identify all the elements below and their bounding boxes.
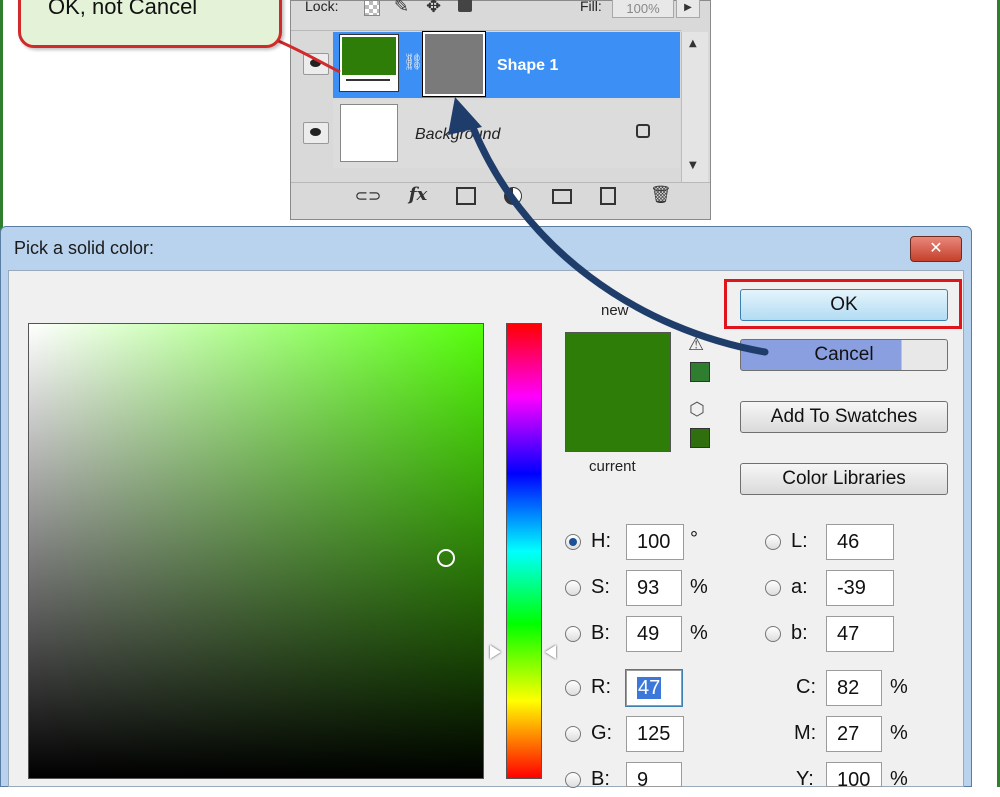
new-layer-icon[interactable] xyxy=(600,187,616,205)
layer-name[interactable]: Shape 1 xyxy=(497,57,558,75)
red-radio[interactable] xyxy=(565,680,581,696)
visibility-eye-icon[interactable] xyxy=(303,53,329,75)
web-safe-cube-icon[interactable]: ⬡ xyxy=(689,399,705,420)
layer-thumbnail xyxy=(340,104,398,162)
gamut-warning-icon[interactable]: ⚠ xyxy=(688,334,704,355)
color-field-cursor[interactable] xyxy=(437,549,455,567)
lock-all-icon[interactable] xyxy=(458,0,472,12)
saturation-field[interactable]: 93 xyxy=(626,570,682,606)
lab-a-field[interactable]: -39 xyxy=(826,570,894,606)
lock-brush-icon[interactable]: ✎ xyxy=(394,0,409,17)
layers-divider xyxy=(291,30,681,31)
lock-label: Lock: xyxy=(305,0,339,14)
cyan-unit: % xyxy=(890,676,908,698)
gamut-swatch[interactable] xyxy=(690,362,710,382)
hue-field[interactable]: 100 xyxy=(626,524,684,560)
cyan-label: C: xyxy=(796,676,816,698)
add-to-swatches-button[interactable]: Add To Swatches xyxy=(740,401,948,433)
folder-icon[interactable] xyxy=(552,189,572,204)
red-label: R: xyxy=(591,676,611,698)
saturation-unit: % xyxy=(690,576,708,598)
adjustment-icon[interactable] xyxy=(504,187,522,205)
red-field[interactable]: 47 xyxy=(625,669,683,707)
thumbnail-fill xyxy=(342,37,396,75)
new-color-label: new xyxy=(601,302,629,319)
scroll-up-icon[interactable]: ▲ xyxy=(689,38,697,49)
layer-name[interactable]: Background xyxy=(415,126,500,144)
hue-slider-right-handle-icon[interactable] xyxy=(545,645,556,659)
green-label: G: xyxy=(591,722,613,744)
lab-b-label: b: xyxy=(791,622,808,644)
lock-move-icon[interactable]: ✥ xyxy=(426,0,441,17)
green-radio[interactable] xyxy=(565,726,581,742)
hue-slider[interactable] xyxy=(506,323,542,779)
brightness-field[interactable]: 49 xyxy=(626,616,682,652)
fx-icon[interactable]: fx xyxy=(404,184,432,205)
callout-text: OK, not Cancel xyxy=(48,0,198,19)
trash-icon[interactable]: 🗑 xyxy=(650,185,672,205)
lock-icon xyxy=(636,124,650,138)
green-field[interactable]: 125 xyxy=(626,716,684,752)
brightness-unit: % xyxy=(690,622,708,644)
current-color-label: current xyxy=(589,458,636,475)
color-libraries-button[interactable]: Color Libraries xyxy=(740,463,948,495)
color-field[interactable] xyxy=(28,323,484,779)
lab-a-label: a: xyxy=(791,576,808,598)
cyan-field[interactable]: 82 xyxy=(826,670,882,706)
magenta-label: M: xyxy=(794,722,817,744)
layer-thumbnail xyxy=(339,34,399,92)
dialog-title: Pick a solid color: xyxy=(14,238,155,258)
chain-link-icon[interactable]: ⛓ xyxy=(403,52,423,71)
hue-unit: ° xyxy=(690,528,698,550)
cancel-button[interactable]: Cancel xyxy=(740,339,948,371)
vector-mask-thumbnail[interactable] xyxy=(422,31,486,97)
visibility-eye-icon[interactable] xyxy=(303,122,329,144)
blue-label: B: xyxy=(591,768,610,790)
lab-a-radio[interactable] xyxy=(765,580,781,596)
lab-b-field[interactable]: 47 xyxy=(826,616,894,652)
fill-input[interactable]: 100% xyxy=(612,0,674,18)
magenta-field[interactable]: 27 xyxy=(826,716,882,752)
blue-radio[interactable] xyxy=(565,772,581,788)
red-field-selected-value: 47 xyxy=(637,677,662,699)
hue-radio[interactable] xyxy=(565,534,581,550)
lab-l-radio[interactable] xyxy=(765,534,781,550)
yellow-label: Y: xyxy=(796,768,814,790)
brightness-radio[interactable] xyxy=(565,626,581,642)
mask-icon[interactable] xyxy=(456,187,476,205)
layers-footer-divider xyxy=(291,182,710,183)
fill-arrow-button[interactable]: ▶ xyxy=(676,0,700,18)
lock-transparency-icon[interactable] xyxy=(364,0,380,16)
saturation-radio[interactable] xyxy=(565,580,581,596)
hue-label: H: xyxy=(591,530,611,552)
web-safe-swatch[interactable] xyxy=(690,428,710,448)
scroll-down-icon[interactable]: ▼ xyxy=(689,160,697,171)
blue-field[interactable]: 9 xyxy=(626,762,682,791)
yellow-field[interactable]: 100 xyxy=(826,762,882,791)
hue-slider-left-handle-icon[interactable] xyxy=(490,645,501,659)
close-button[interactable]: ✕ xyxy=(910,236,962,262)
brightness-label: B: xyxy=(591,622,610,644)
yellow-unit: % xyxy=(890,768,908,790)
layers-scrollbar[interactable]: ▲ ▼ xyxy=(681,32,708,182)
magenta-unit: % xyxy=(890,722,908,744)
saturation-label: S: xyxy=(591,576,610,598)
ok-highlight-box xyxy=(724,279,962,329)
lab-l-field[interactable]: 46 xyxy=(826,524,894,560)
lab-l-label: L: xyxy=(791,530,808,552)
link-icon[interactable]: ⊂⊃ xyxy=(354,186,382,205)
thumbnail-line xyxy=(346,79,390,81)
lab-b-radio[interactable] xyxy=(765,626,781,642)
new-color-swatch xyxy=(565,332,671,452)
fill-label: Fill: xyxy=(580,0,602,14)
